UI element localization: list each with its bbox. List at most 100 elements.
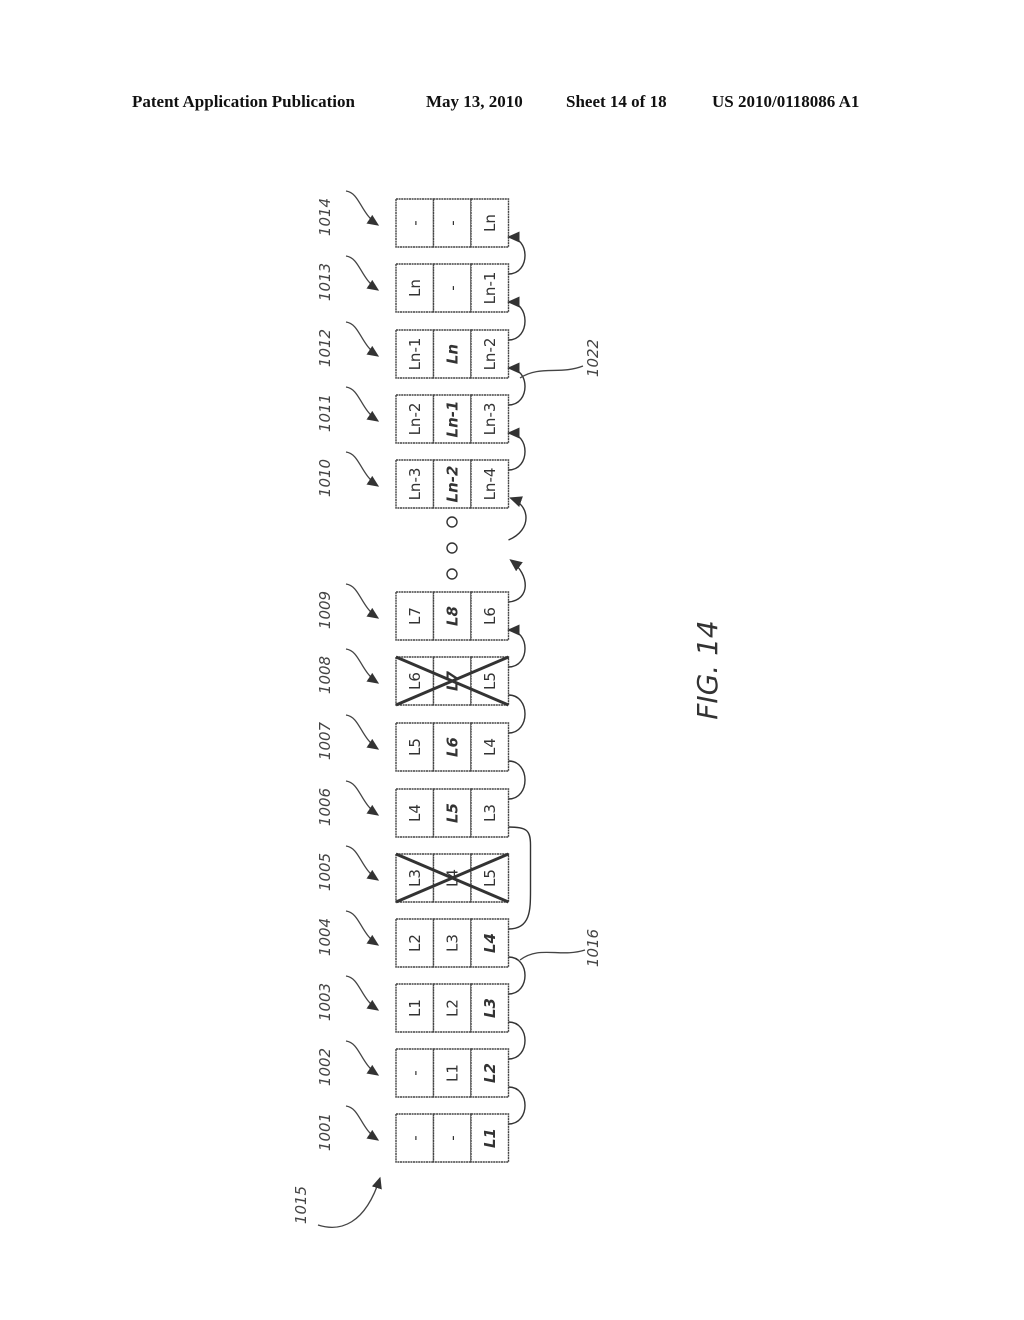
record-cell-text: L5	[481, 672, 499, 690]
record-cell-text: L8	[443, 606, 461, 626]
record-cell-text: L4	[406, 804, 424, 822]
record-cell-text: L1	[481, 1128, 499, 1148]
record-cell-text: L2	[443, 999, 461, 1017]
record-cell-text: L3	[443, 934, 461, 952]
record-cell-text: -	[406, 1135, 424, 1140]
record-cell-text: -	[443, 1135, 461, 1140]
link-arc-arrow	[508, 496, 527, 541]
record-ref-label: 1002	[316, 1048, 334, 1086]
ref-arrow-icon	[345, 321, 380, 357]
group-label-1016: 1016	[584, 929, 602, 967]
record-cell-text: L3	[481, 998, 499, 1018]
record-cell-text: L6	[406, 672, 424, 690]
record-1006: L4 L5 L3	[395, 788, 510, 838]
record-ref-label: 1007	[316, 721, 334, 760]
ref-arrow-icon	[345, 910, 380, 946]
ref-arrow-icon	[345, 780, 380, 816]
record-cell-text: -	[443, 285, 461, 290]
record-cell-text: L5	[481, 869, 499, 887]
record-cell-text: Ln	[406, 279, 424, 297]
record-1001: - - L1	[395, 1113, 510, 1163]
link-arc-arrow	[507, 231, 526, 275]
record-1005: L3L4L5	[395, 852, 510, 904]
record-1009: L7 L8 L6	[395, 591, 510, 641]
record-cell-text: L6	[443, 737, 461, 757]
records-layer: --L1-L1L2L1L2L3L2L3L4L3L4L5L4L5L3L5L6L4L…	[395, 198, 510, 1163]
ref-arrow-icon	[345, 648, 380, 684]
link-arc-arrow	[508, 559, 526, 603]
record-cell-text: L6	[481, 607, 499, 625]
leader-line	[519, 949, 586, 961]
record-cell-text: Ln	[481, 214, 499, 232]
record-cell-text: Ln-3	[406, 468, 424, 501]
record-ref-label: 1010	[316, 459, 334, 497]
figure-diagram: --L1-L1L2L1L2L3L2L3L4L3L4L5L4L5L3L5L6L4L…	[292, 190, 724, 1228]
ellipsis-dot	[446, 542, 458, 554]
record-cell-text: L3	[406, 869, 424, 887]
record-ref-label: 1001	[316, 1113, 334, 1151]
record-ref-label: 1011	[316, 394, 334, 432]
record-cell-text: L2	[406, 934, 424, 952]
group-label-1015: 1015	[292, 1186, 310, 1224]
record-cell-text: L1	[443, 1064, 461, 1082]
record-1014: - - Ln	[395, 198, 510, 248]
ellipsis-dot	[446, 516, 458, 528]
link-arc	[508, 1086, 526, 1125]
link-arc-arrow	[507, 296, 526, 341]
ref-arrow-icon	[345, 255, 380, 291]
ref-arrow-icon	[317, 1176, 382, 1228]
record-cell-text: Ln-2	[406, 403, 424, 436]
record-1007: L5 L6 L4	[395, 722, 510, 772]
record-ref-label: 1006	[316, 788, 334, 826]
record-ref-label: 1012	[316, 329, 334, 367]
record-cell-text: -	[406, 1070, 424, 1075]
record-cell-text: -	[443, 220, 461, 225]
ref-arrow-icon	[345, 190, 380, 226]
record-cell-text: L2	[481, 1063, 499, 1083]
ref-arrow-icon	[345, 583, 380, 619]
ref-arrow-icon	[345, 1105, 380, 1141]
record-1004: L2 L3 L4	[395, 918, 510, 968]
ref-arrow-icon	[345, 1040, 380, 1076]
record-cell-text: Ln-4	[481, 468, 499, 501]
record-1003: L1 L2 L3	[395, 983, 510, 1033]
ref-arrow-icon	[345, 451, 380, 487]
record-ref-label: 1005	[316, 853, 334, 891]
record-1011: Ln-2 Ln-1 Ln-3	[395, 394, 510, 444]
link-arc-arrow	[507, 624, 526, 668]
ellipsis-dot	[446, 568, 458, 580]
record-cell-text: L4	[481, 933, 499, 953]
record-1012: Ln-1 Ln Ln-2	[395, 329, 510, 379]
figure-label: FIG. 14	[691, 620, 724, 720]
record-cell-text: L1	[406, 999, 424, 1017]
link-arc	[508, 956, 526, 995]
record-1013: Ln - Ln-1	[395, 263, 510, 313]
record-ref-label: 1003	[316, 983, 334, 1021]
record-ref-label: 1009	[316, 591, 334, 629]
record-1002: - L1 L2	[395, 1048, 510, 1098]
record-ref-label: 1014	[316, 198, 334, 236]
link-arc	[508, 1021, 526, 1060]
record-1010: Ln-3 Ln-2 Ln-4	[395, 459, 510, 509]
record-ref-label: 1008	[316, 656, 334, 694]
skip-link-arc	[508, 826, 532, 930]
link-arc	[508, 760, 526, 800]
record-ref-label: 1004	[316, 918, 334, 956]
record-cell-text: -	[406, 220, 424, 225]
group-label-1022: 1022	[584, 339, 602, 377]
leader-line	[519, 365, 584, 379]
link-arc	[508, 694, 526, 734]
record-cell-text: Ln-1	[481, 272, 499, 305]
record-cell-text: Ln-3	[481, 403, 499, 436]
link-arc-arrow	[507, 427, 526, 471]
record-1008: L6L7L5	[395, 655, 510, 707]
record-cell-text: Ln-1	[443, 401, 461, 438]
record-ref-label: 1013	[316, 263, 334, 301]
ref-arrow-icon	[345, 386, 380, 422]
record-cell-text: Ln-2	[443, 466, 461, 503]
record-cell-text: L5	[443, 803, 461, 823]
record-cell-text: L5	[406, 738, 424, 756]
ref-arrow-icon	[345, 714, 380, 750]
record-cell-text: L7	[406, 607, 424, 625]
record-cell-text: Ln-2	[481, 338, 499, 371]
